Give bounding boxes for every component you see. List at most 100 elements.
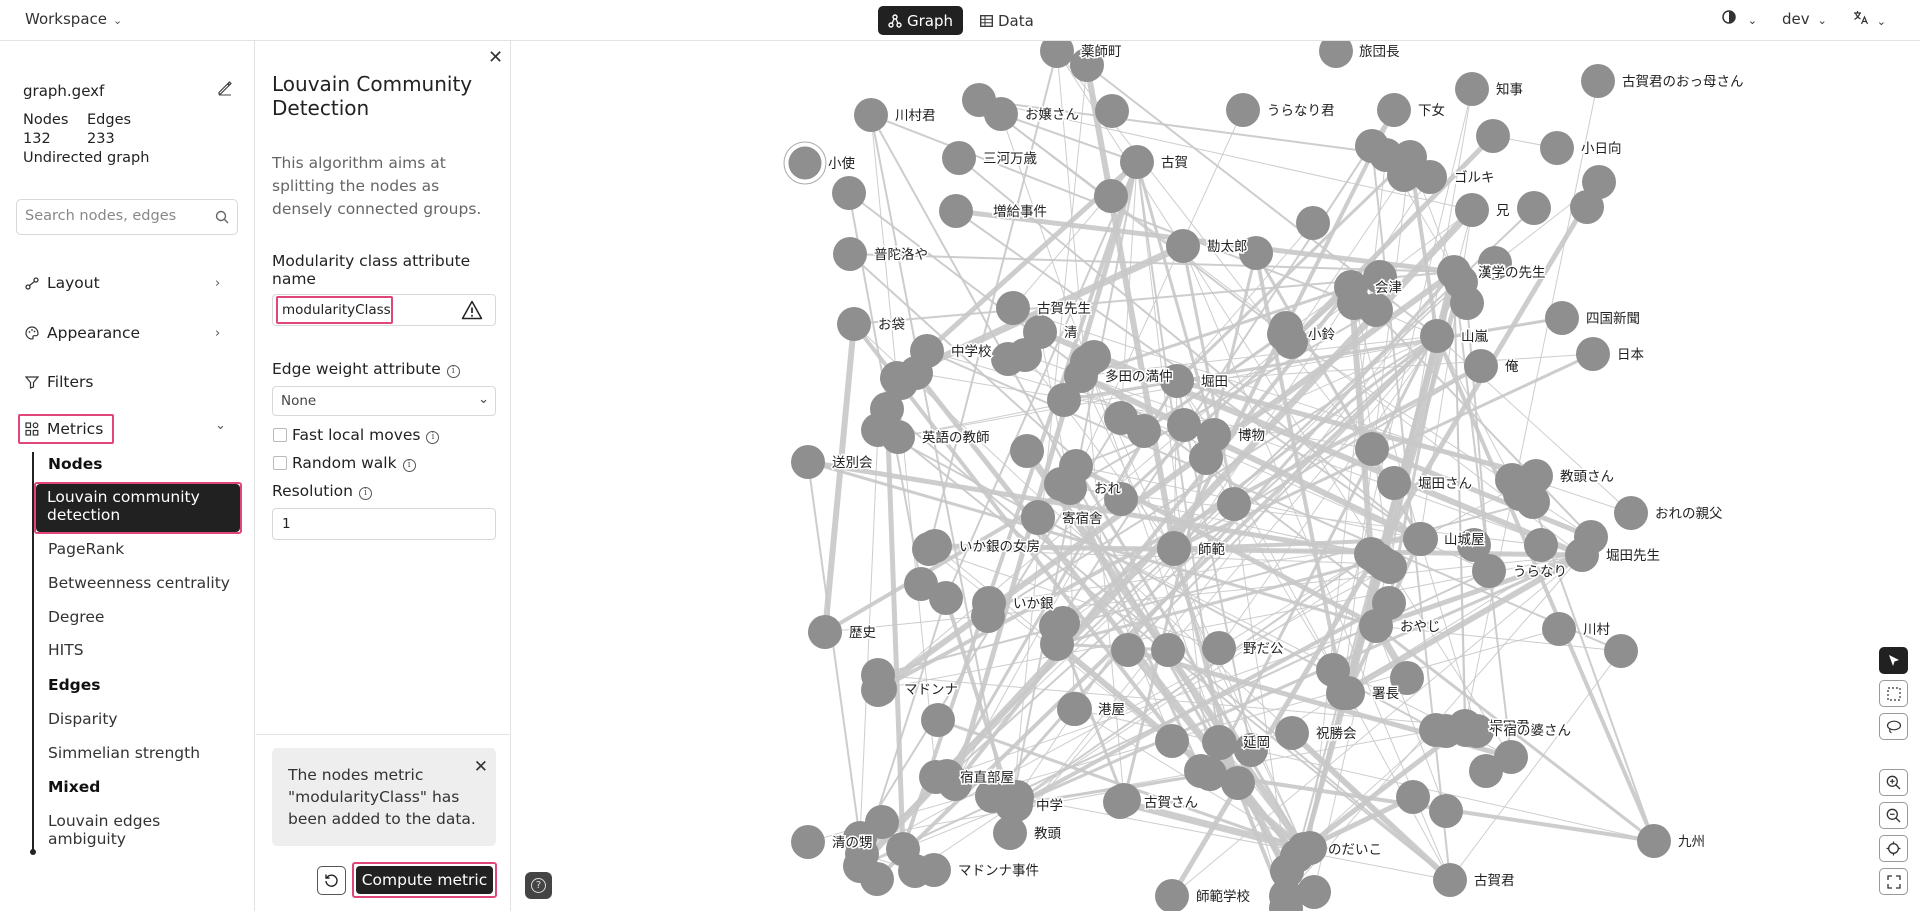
graph-node[interactable]: [1450, 286, 1484, 320]
graph-node[interactable]: [1226, 93, 1260, 127]
graph-node[interactable]: [1095, 94, 1129, 128]
graph-node[interactable]: [1070, 345, 1104, 379]
close-icon[interactable]: ✕: [488, 47, 503, 68]
reset-button[interactable]: [317, 866, 346, 895]
graph-node[interactable]: [996, 291, 1030, 325]
resolution-input[interactable]: 1: [272, 508, 496, 540]
graph-node[interactable]: [1202, 631, 1236, 665]
theme-toggle[interactable]: ⌄: [1722, 10, 1757, 28]
graph-node[interactable]: [1455, 193, 1489, 227]
graph-node[interactable]: [1319, 41, 1353, 68]
graph-node[interactable]: [1039, 609, 1073, 643]
graph-node[interactable]: [1476, 119, 1510, 153]
metric-disparity[interactable]: Disparity: [48, 710, 118, 728]
graph-node[interactable]: [1369, 138, 1403, 172]
graph-network[interactable]: 薬師町 旅団長知事 古賀君のおっ母さん川村君 お嬢さん うらなり君 下女小使 三河万歳 古賀小…: [512, 41, 1920, 911]
graph-node[interactable]: [1010, 434, 1044, 468]
graph-node[interactable]: [791, 825, 825, 859]
metric-louvain-edges-ambiguity[interactable]: Louvain edges ambiguity: [48, 812, 228, 848]
center-view-button[interactable]: [1879, 835, 1908, 862]
graph-node[interactable]: [1545, 301, 1579, 335]
graph-node[interactable]: [1203, 726, 1237, 760]
user-menu[interactable]: dev ⌄: [1782, 10, 1827, 28]
search-input[interactable]: Search nodes, edges: [16, 199, 238, 235]
rectangle-select-tool[interactable]: [1879, 680, 1908, 707]
graph-node[interactable]: [942, 141, 976, 175]
graph-node[interactable]: [1359, 293, 1393, 327]
graph-node[interactable]: [1044, 467, 1078, 501]
graph-node[interactable]: [1455, 72, 1489, 106]
sidebar-item-appearance[interactable]: Appearance ›: [25, 324, 220, 342]
workspace-menu[interactable]: Workspace ⌄: [25, 10, 122, 28]
tab-data[interactable]: Data: [970, 6, 1044, 35]
fullscreen-button[interactable]: [1879, 868, 1908, 895]
graph-node[interactable]: [1193, 757, 1227, 791]
graph-node[interactable]: [962, 83, 996, 117]
edge-weight-select[interactable]: None ⌄: [272, 386, 496, 416]
graph-node[interactable]: [832, 176, 866, 210]
fast-local-checkbox[interactable]: [273, 428, 287, 442]
graph-node[interactable]: [1155, 724, 1189, 758]
graph-node[interactable]: [1021, 500, 1055, 534]
tab-graph[interactable]: Graph: [878, 6, 964, 35]
graph-node[interactable]: [1540, 131, 1574, 165]
graph-node[interactable]: [1524, 528, 1558, 562]
graph-node[interactable]: [1516, 485, 1550, 519]
graph-node[interactable]: [1362, 543, 1396, 577]
graph-node[interactable]: [912, 532, 946, 566]
graph-node[interactable]: [1377, 466, 1411, 500]
graph-node[interactable]: [1604, 634, 1638, 668]
help-button[interactable]: ?: [525, 872, 552, 899]
graph-node[interactable]: [1058, 692, 1092, 726]
graph-node[interactable]: [1377, 93, 1411, 127]
graph-node[interactable]: [1517, 191, 1551, 225]
graph-node[interactable]: [1189, 441, 1223, 475]
graph-node[interactable]: [1420, 319, 1454, 353]
graph-node[interactable]: [1542, 612, 1576, 646]
graph-node[interactable]: [1372, 586, 1406, 620]
language-menu[interactable]: ⌄: [1853, 10, 1886, 29]
graph-node[interactable]: [861, 673, 895, 707]
graph-node[interactable]: [1111, 633, 1145, 667]
graph-node[interactable]: [1326, 676, 1360, 710]
compute-metric-button[interactable]: Compute metric: [356, 866, 493, 894]
graph-node[interactable]: [1275, 716, 1309, 750]
graph-node[interactable]: [1404, 522, 1438, 556]
graph-node[interactable]: [1151, 633, 1185, 667]
metric-simmelian-strength[interactable]: Simmelian strength: [48, 744, 200, 762]
graph-node[interactable]: [1217, 487, 1251, 521]
random-walk-checkbox[interactable]: [273, 456, 287, 470]
metric-pagerank[interactable]: PageRank: [48, 540, 124, 558]
graph-node[interactable]: [1104, 401, 1138, 435]
sidebar-item-metrics[interactable]: Metrics ⌄: [25, 418, 226, 438]
graph-node[interactable]: [1155, 879, 1189, 911]
graph-node[interactable]: [1429, 714, 1463, 748]
graph-node[interactable]: [991, 342, 1025, 376]
graph-node[interactable]: [1157, 531, 1191, 565]
highlighted-node[interactable]: [785, 143, 825, 183]
graph-node[interactable]: [884, 366, 918, 400]
graph-node[interactable]: [929, 581, 963, 615]
zoom-in-button[interactable]: [1879, 769, 1908, 796]
graph-node[interactable]: [1355, 432, 1389, 466]
graph-node[interactable]: [1167, 408, 1201, 442]
graph-node[interactable]: [1637, 824, 1671, 858]
graph-node[interactable]: [1614, 496, 1648, 530]
graph-node[interactable]: [1047, 383, 1081, 417]
graph-node[interactable]: [1166, 229, 1200, 263]
attr-name-value[interactable]: modularityClass: [276, 296, 393, 324]
graph-node[interactable]: [1107, 783, 1141, 817]
graph-node[interactable]: [854, 98, 888, 132]
graph-canvas[interactable]: 薬師町 旅団長 知事 古賀君のおっ母さん 川村君 お嬢さん うらなり君 下女 小使 三河万歳 古賀小…: [512, 41, 1920, 911]
graph-node[interactable]: [1429, 794, 1463, 828]
metric-betweenness-centrality[interactable]: Betweenness centrality: [48, 574, 230, 592]
graph-node[interactable]: [833, 237, 867, 271]
graph-node[interactable]: [791, 445, 825, 479]
edit-icon[interactable]: [217, 80, 233, 96]
graph-node[interactable]: [993, 816, 1027, 850]
graph-node[interactable]: [1581, 64, 1615, 98]
graph-node[interactable]: [1576, 337, 1610, 371]
graph-node[interactable]: [1396, 780, 1430, 814]
lasso-tool[interactable]: [1879, 713, 1908, 740]
graph-node[interactable]: [808, 615, 842, 649]
